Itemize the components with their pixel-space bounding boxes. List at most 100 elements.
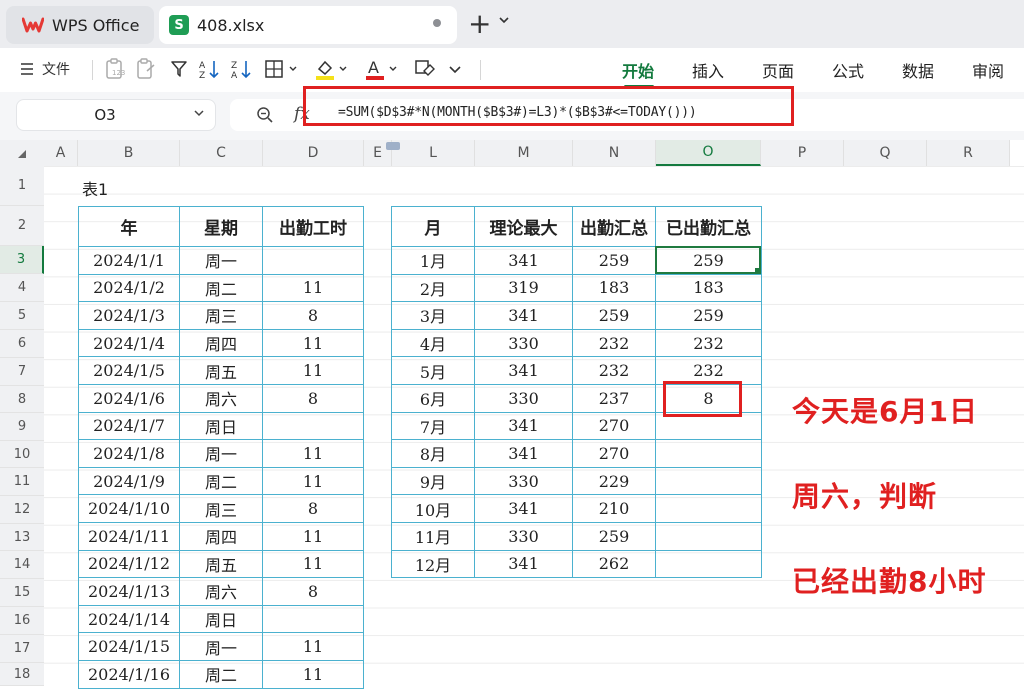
tab-formula[interactable]: 公式 <box>832 58 864 82</box>
cell-weekday[interactable]: 周一 <box>179 439 263 468</box>
cell-weekday[interactable]: 周一 <box>179 246 263 275</box>
cell-attendance-total[interactable]: 259 <box>572 246 656 275</box>
chevron-down-icon[interactable] <box>193 107 205 119</box>
table1-title[interactable]: 表1 <box>82 176 108 200</box>
header-year[interactable]: 年 <box>78 206 180 247</box>
row-header-17[interactable]: 17 <box>0 635 44 663</box>
cell-month[interactable]: 8月 <box>391 439 475 468</box>
cell-hours[interactable]: 8 <box>262 301 364 330</box>
row-header-9[interactable]: 9 <box>0 413 44 441</box>
cell-date[interactable]: 2024/1/7 <box>78 411 180 441</box>
row-header-10[interactable]: 10 <box>0 441 44 468</box>
cell-hours[interactable]: 11 <box>262 328 364 358</box>
cell-theory-max[interactable]: 341 <box>474 494 573 523</box>
column-header-o[interactable]: O <box>656 140 761 166</box>
cell-hours[interactable]: 11 <box>262 632 364 661</box>
paste-format-button[interactable]: 123 <box>104 56 126 82</box>
cell-attendance-total[interactable]: 237 <box>572 383 656 413</box>
sort-asc-button[interactable]: A Z <box>198 56 222 82</box>
more-tools-button[interactable] <box>448 56 462 82</box>
cell-weekday[interactable]: 周二 <box>179 466 263 496</box>
cell-date[interactable]: 2024/1/12 <box>78 549 180 579</box>
fill-handle[interactable] <box>755 268 761 274</box>
tab-file[interactable]: S 408.xlsx <box>159 6 457 44</box>
name-box[interactable]: O3 <box>16 99 216 131</box>
row-header-13[interactable]: 13 <box>0 524 44 551</box>
cell-attendance-total[interactable]: 210 <box>572 494 656 523</box>
cell-attendance-total[interactable]: 183 <box>572 273 656 303</box>
row-header-12[interactable]: 12 <box>0 496 44 524</box>
cell-month[interactable]: 9月 <box>391 466 475 496</box>
cell-theory-max[interactable]: 341 <box>474 356 573 385</box>
hidden-columns-marker-icon[interactable] <box>386 142 400 150</box>
cell-date[interactable]: 2024/1/5 <box>78 356 180 385</box>
cell-hours[interactable] <box>262 604 364 634</box>
cell-theory-max[interactable]: 330 <box>474 383 573 413</box>
filter-button[interactable] <box>170 56 188 82</box>
column-header-l[interactable]: L <box>392 140 475 166</box>
cell-hours[interactable]: 11 <box>262 521 364 551</box>
cell-hours[interactable]: 8 <box>262 494 364 523</box>
cell-theory-max[interactable]: 341 <box>474 439 573 468</box>
fill-color-button[interactable] <box>314 56 348 82</box>
cell-hours[interactable]: 8 <box>262 577 364 606</box>
cell-weekday[interactable]: 周日 <box>179 604 263 634</box>
cell-weekday[interactable]: 周四 <box>179 328 263 358</box>
cell-attendance-total[interactable]: 232 <box>572 328 656 358</box>
cell-hours[interactable]: 8 <box>262 383 364 413</box>
cell-date[interactable]: 2024/1/16 <box>78 659 180 689</box>
cell-weekday[interactable]: 周二 <box>179 273 263 303</box>
cell-weekday[interactable]: 周一 <box>179 632 263 661</box>
font-color-button[interactable]: A <box>364 56 398 82</box>
cell-date[interactable]: 2024/1/9 <box>78 466 180 496</box>
column-header-q[interactable]: Q <box>844 140 927 166</box>
cell-attended-total[interactable] <box>655 549 762 579</box>
row-header-16[interactable]: 16 <box>0 607 44 635</box>
cell-theory-max[interactable]: 341 <box>474 301 573 330</box>
cell-attended-total[interactable] <box>655 494 762 523</box>
column-header-p[interactable]: P <box>761 140 844 166</box>
row-header-8[interactable]: 8 <box>0 386 44 413</box>
cell-attended-total[interactable] <box>655 521 762 551</box>
cell-date[interactable]: 2024/1/10 <box>78 494 180 523</box>
cell-weekday[interactable]: 周四 <box>179 521 263 551</box>
clear-format-button[interactable] <box>414 56 436 82</box>
column-header-n[interactable]: N <box>573 140 656 166</box>
tab-page[interactable]: 页面 <box>762 58 794 82</box>
cell-weekday[interactable]: 周三 <box>179 301 263 330</box>
select-all-corner[interactable] <box>0 140 44 166</box>
cell-date[interactable]: 2024/1/13 <box>78 577 180 606</box>
cell-month[interactable]: 5月 <box>391 356 475 385</box>
row-header-7[interactable]: 7 <box>0 358 44 386</box>
column-header-m[interactable]: M <box>475 140 573 166</box>
cell-hours[interactable] <box>262 246 364 275</box>
cell-date[interactable]: 2024/1/6 <box>78 383 180 413</box>
tab-home[interactable]: 开始 <box>622 58 654 82</box>
row-header-2[interactable]: 2 <box>0 206 44 246</box>
column-header-d[interactable]: D <box>263 140 364 166</box>
cell-hours[interactable]: 11 <box>262 659 364 689</box>
cell-weekday[interactable]: 周二 <box>179 659 263 689</box>
row-header-4[interactable]: 4 <box>0 274 44 302</box>
cell-month[interactable]: 1月 <box>391 246 475 275</box>
cell-month[interactable]: 7月 <box>391 411 475 441</box>
zoom-search-icon[interactable] <box>256 106 274 124</box>
cell-date[interactable]: 2024/1/15 <box>78 632 180 661</box>
cell-month[interactable]: 6月 <box>391 383 475 413</box>
cell-month[interactable]: 2月 <box>391 273 475 303</box>
cell-date[interactable]: 2024/1/2 <box>78 273 180 303</box>
row-header-14[interactable]: 14 <box>0 551 44 579</box>
column-header-b[interactable]: B <box>78 140 180 166</box>
cell-month[interactable]: 12月 <box>391 549 475 579</box>
cell-weekday[interactable]: 周六 <box>179 383 263 413</box>
row-header-3[interactable]: 3 <box>0 246 44 274</box>
cell-weekday[interactable]: 周六 <box>179 577 263 606</box>
chevron-down-icon[interactable] <box>498 15 510 25</box>
cell-date[interactable]: 2024/1/3 <box>78 301 180 330</box>
cell-hours[interactable] <box>262 411 364 441</box>
cell-hours[interactable]: 11 <box>262 466 364 496</box>
cell-weekday[interactable]: 周五 <box>179 549 263 579</box>
cell-attendance-total[interactable]: 232 <box>572 356 656 385</box>
cell-attended-total[interactable]: 232 <box>655 328 762 358</box>
cell-date[interactable]: 2024/1/4 <box>78 328 180 358</box>
